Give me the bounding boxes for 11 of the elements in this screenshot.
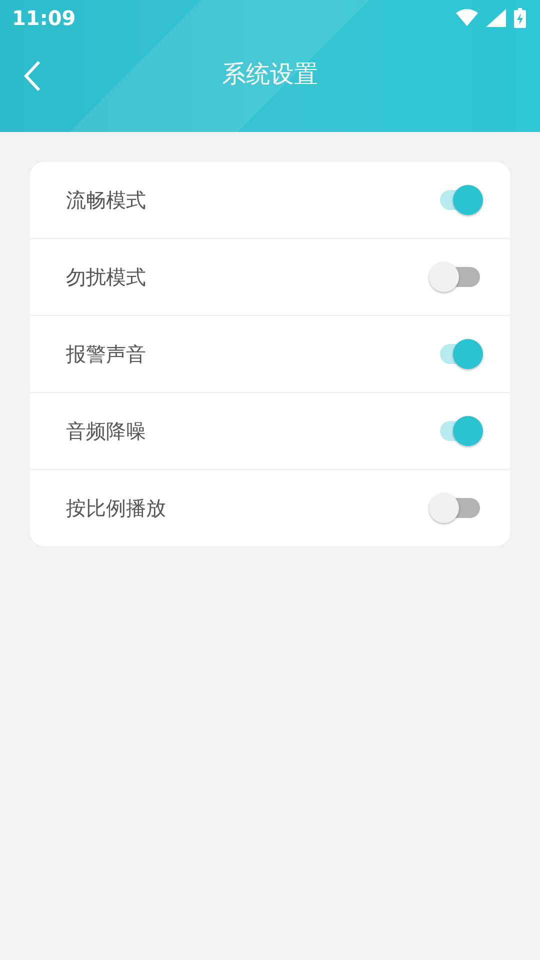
battery-icon [514, 8, 526, 28]
setting-label: 勿扰模式 [66, 264, 146, 290]
status-time: 11:09 [12, 6, 76, 30]
wifi-icon [456, 9, 478, 27]
back-chevron-icon [23, 60, 41, 92]
page-title: 系统设置 [222, 59, 318, 90]
setting-label: 按比例播放 [66, 494, 166, 522]
setting-label: 音频降噪 [66, 418, 146, 444]
setting-label: 报警声音 [66, 340, 146, 368]
signal-icon [486, 9, 506, 27]
setting-label: 流畅模式 [66, 186, 146, 214]
